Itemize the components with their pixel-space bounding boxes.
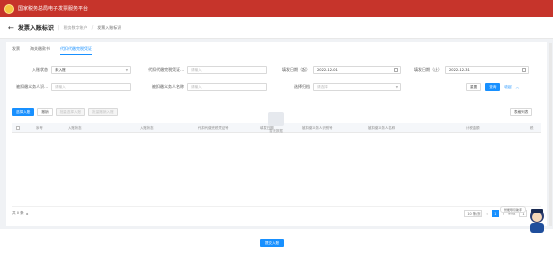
vertical-scrollbar[interactable] <box>549 43 552 226</box>
field-label: 入账状态 <box>32 67 48 72</box>
submit-entry-button[interactable]: 提交入账 <box>260 239 284 247</box>
batch-cancel-button[interactable]: 批量撤销入账 <box>88 108 118 116</box>
settings-icon[interactable]: ⚙ <box>26 212 29 216</box>
breadcrumb-item-current: 发票入账标识 <box>97 24 122 30</box>
page-size-value: 10 条/页 <box>467 212 481 216</box>
chevron-down-icon: ▼ <box>125 68 128 72</box>
page-title: 发票入账标识 <box>17 25 54 32</box>
divider: | <box>57 24 60 31</box>
tab-invoice[interactable]: 发票 <box>12 46 20 55</box>
page-size-select[interactable]: 10 条/页 <box>464 210 483 217</box>
empty-state-text: 暂无数据 <box>269 129 283 133</box>
national-emblem-logo <box>4 3 14 14</box>
bottom-action-bar: 提交入账 <box>0 229 553 253</box>
field-label: 填发日期（止） <box>414 67 442 72</box>
field-label: 代扣代缴完税凭证... <box>148 67 184 72</box>
calendar-icon <box>394 68 398 72</box>
reset-button[interactable]: 重置 <box>466 83 482 91</box>
tab-bar: 发票 海关缴款书 代扣代缴完税凭证 <box>12 46 92 55</box>
filter-withholdee-id: 被扣缴义务人识... 请输入 <box>12 83 131 91</box>
cancel-entry-button[interactable]: 撤销 <box>37 108 53 116</box>
filter-actions: 重置 查询 收起 ︿ <box>466 83 519 91</box>
main-panel: 发票 海关缴款书 代扣代缴完税凭证 入账状态 未入账 ▼ 代扣代缴完税凭证... … <box>6 42 547 226</box>
app-title: 国家税务总局电子发票服务平台 <box>18 6 89 12</box>
tab-withholding-certificate[interactable]: 代扣代缴完税凭证 <box>60 46 92 55</box>
column-header: 代扣代缴完税凭证号 <box>198 126 229 130</box>
empty-box-icon <box>268 112 284 126</box>
field-label: 被扣缴义务人名称 <box>152 84 184 89</box>
date-start-picker[interactable]: 2022-12-01 <box>313 66 401 74</box>
prev-page-icon[interactable]: ‹ <box>486 212 487 216</box>
date-end-picker[interactable]: 2022-12-31 <box>445 66 529 74</box>
certificate-no-input[interactable]: 请输入 <box>187 66 267 74</box>
chevron-up-icon[interactable]: ︿ <box>516 85 520 90</box>
assistant-tooltip[interactable]: 智能导引助手 <box>500 206 526 213</box>
total-count: 共 0 条 <box>12 211 24 215</box>
calendar-icon <box>522 68 526 72</box>
column-header: 序号 <box>36 126 43 130</box>
withholdee-name-input[interactable]: 请输入 <box>187 83 267 91</box>
field-label: 被扣缴义务人识... <box>16 84 48 89</box>
column-header: 入账状态 <box>68 126 82 130</box>
filter-entry-status: 入账状态 未入账 ▼ <box>12 66 131 74</box>
select-placeholder: 请选择 <box>317 84 328 89</box>
column-header: 计税金额 <box>466 126 480 130</box>
column-header: 税 <box>530 126 534 130</box>
tab-customs-payment[interactable]: 海关缴款书 <box>30 46 50 55</box>
query-button[interactable]: 查询 <box>485 83 501 91</box>
select-entry-button[interactable]: 选择入账 <box>12 108 35 116</box>
field-label: 选择归档 <box>294 84 310 89</box>
batch-entry-button[interactable]: 批量选择入账 <box>55 108 86 116</box>
page-subheader: ← 发票入账标识 | 税务数字账户 / 发票入账标识 <box>0 17 553 39</box>
entry-status-select[interactable]: 未入账 ▼ <box>51 66 131 74</box>
withholdee-id-input[interactable]: 请输入 <box>51 83 131 91</box>
pagination-bar: 共 0 条 ⚙ 10 条/页 ‹ 1 › 前往 1 页 <box>12 206 541 220</box>
back-arrow-icon[interactable]: ← <box>8 24 14 32</box>
date-value: 2022-12-31 <box>449 68 470 72</box>
chevron-down-icon: ▼ <box>395 85 398 89</box>
filter-certificate-no: 代扣代缴完税凭证... 请输入 <box>138 66 267 74</box>
page-number-current[interactable]: 1 <box>491 210 499 217</box>
collapse-toggle[interactable]: 收起 <box>504 85 511 90</box>
empty-state: 暂无数据 <box>261 112 291 133</box>
select-value: 未入账 <box>55 67 66 72</box>
column-header: 入账状态 <box>140 126 154 130</box>
filter-withholdee-name: 被扣缴义务人名称 请输入 <box>138 83 267 91</box>
column-header: 被扣缴义务人识别号 <box>302 126 333 130</box>
column-header: 被扣缴义务人名称 <box>368 126 396 130</box>
filter-archive: 选择归档 请选择 ▼ <box>274 83 401 91</box>
breadcrumb-separator: / <box>91 24 94 31</box>
table-toolbar: 选择入账 撤销 批量选择入账 批量撤销入账 <box>12 108 118 116</box>
archive-select[interactable]: 请选择 ▼ <box>313 83 401 91</box>
filter-date-end: 填发日期（止） 2022-12-31 <box>406 66 529 74</box>
field-label: 填发日期（起） <box>282 67 310 72</box>
select-all-checkbox[interactable] <box>16 125 20 130</box>
filter-date-start: 填发日期（起） 2022-12-01 <box>274 66 401 74</box>
date-value: 2022-12-01 <box>317 68 338 72</box>
column-settings-button[interactable]: 表格列表 <box>510 108 533 116</box>
top-header-bar: 国家税务总局电子发票服务平台 <box>0 0 553 17</box>
assistant-avatar-icon[interactable] <box>526 207 548 235</box>
breadcrumb-item[interactable]: 税务数字账户 <box>64 25 88 31</box>
